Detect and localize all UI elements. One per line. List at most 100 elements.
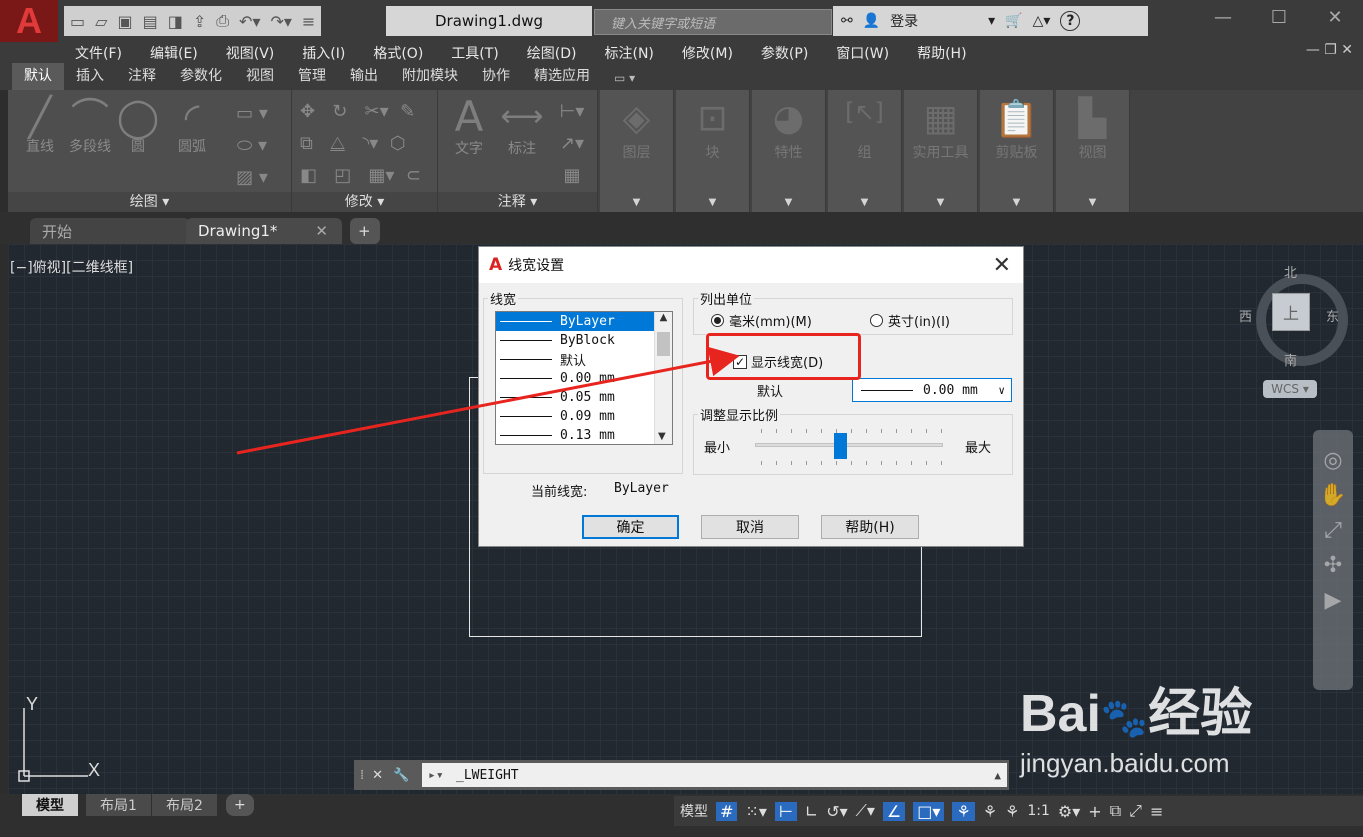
- list-item[interactable]: 0.13 mm: [496, 426, 672, 444]
- close-tab-icon[interactable]: ✕: [315, 222, 328, 240]
- menu-tools[interactable]: 工具(T): [451, 43, 498, 63]
- save-icon[interactable]: ▣: [117, 12, 132, 31]
- scroll-thumb[interactable]: [657, 332, 670, 356]
- layers-dropdown-icon[interactable]: ▼: [600, 197, 673, 208]
- unit-inch-radio[interactable]: 英寸(in)(I): [870, 311, 950, 330]
- default-lineweight-select[interactable]: 0.00 mm ∨: [852, 378, 1012, 402]
- properties-dropdown-icon[interactable]: ▼: [752, 197, 825, 208]
- annotation-monitor-icon[interactable]: +: [1088, 802, 1101, 821]
- open-web-icon[interactable]: ◨: [168, 12, 183, 31]
- pan-icon[interactable]: ✋: [1319, 483, 1346, 508]
- close-window-icon[interactable]: ✕: [1307, 0, 1363, 36]
- mirror-icon[interactable]: ⧋: [330, 133, 345, 154]
- menu-draw[interactable]: 绘图(D): [527, 43, 577, 63]
- table-icon[interactable]: ▦: [550, 160, 594, 192]
- binoculars-icon[interactable]: ⚯: [841, 13, 853, 29]
- compass-west[interactable]: 西: [1239, 306, 1252, 325]
- utilities-dropdown-icon[interactable]: ▼: [904, 197, 977, 208]
- annotation-autoscale-icon[interactable]: ⚘: [983, 802, 997, 821]
- menu-dimension[interactable]: 标注(N): [605, 43, 654, 63]
- menu-help[interactable]: 帮助(H): [917, 43, 966, 63]
- cancel-button[interactable]: 取消: [701, 515, 799, 539]
- menu-insert[interactable]: 插入(I): [302, 43, 345, 63]
- dimension-tool[interactable]: ⟷ 标注: [496, 96, 548, 158]
- grid-icon[interactable]: #: [716, 801, 738, 821]
- clipboard-dropdown-icon[interactable]: ▼: [980, 197, 1053, 208]
- showmotion-icon[interactable]: ▶: [1325, 588, 1342, 613]
- minimize-icon[interactable]: —: [1195, 0, 1251, 36]
- tab-layout1[interactable]: 布局1: [86, 794, 151, 816]
- unit-mm-radio[interactable]: 毫米(mm)(M): [711, 311, 812, 330]
- annotation-scale-value[interactable]: 1:1: [1027, 803, 1050, 819]
- fillet-icon[interactable]: ◝▾: [362, 133, 378, 154]
- modify-panel-title[interactable]: 修改 ▾: [292, 192, 437, 212]
- tab-model[interactable]: 模型: [22, 794, 78, 816]
- list-item[interactable]: 0.00 mm: [496, 369, 672, 388]
- steering-wheel-icon[interactable]: ◎: [1323, 448, 1342, 473]
- new-file-icon[interactable]: ▭: [70, 12, 85, 31]
- hatch-icon[interactable]: ▨ ▾: [222, 162, 282, 194]
- group-dropdown-icon[interactable]: ▼: [828, 197, 901, 208]
- rectangle-icon[interactable]: ▭ ▾: [222, 98, 282, 130]
- object-snap-icon[interactable]: □▾: [913, 801, 945, 821]
- redo-icon[interactable]: ↷▾: [270, 12, 291, 31]
- login-button[interactable]: 登录: [890, 11, 918, 31]
- polar-icon[interactable]: ↺▾: [826, 802, 847, 821]
- application-menu-button[interactable]: A: [0, 0, 58, 42]
- tab-layout2[interactable]: 布局2: [152, 794, 217, 816]
- leader-icon[interactable]: ↗▾: [550, 128, 594, 160]
- tab-output[interactable]: 输出: [338, 63, 390, 90]
- tab-drawing1[interactable]: Drawing1* ✕: [186, 218, 342, 244]
- search-input[interactable]: 键入关键字或短语: [594, 9, 832, 35]
- open-folder-icon[interactable]: ▱: [95, 12, 107, 31]
- snap-icon[interactable]: ⁙▾: [745, 802, 766, 821]
- block-panel[interactable]: ⊡ 块 ▼: [676, 90, 750, 212]
- wcs-menu[interactable]: WCS ▾: [1263, 380, 1317, 398]
- cmd-grip-icon[interactable]: ⁞: [360, 768, 364, 783]
- tab-view[interactable]: 视图: [234, 63, 286, 90]
- group-panel[interactable]: [↖] 组 ▼: [828, 90, 902, 212]
- radio-inch[interactable]: [870, 314, 883, 327]
- annotation-scale-icon[interactable]: ⚘: [1005, 802, 1019, 821]
- scale-slider-track[interactable]: [755, 443, 943, 447]
- modify-tools[interactable]: ✥ ↻ ✂▾ ✎ ⧉ ⧋ ◝▾ ⬡ ◧ ◰ ▦▾ ⊂: [292, 96, 438, 192]
- customize-status-icon[interactable]: ≡: [1150, 802, 1163, 821]
- lineweight-list[interactable]: ByLayer ByBlock 默认 0.00 mm 0.05 mm 0.09 …: [495, 311, 673, 445]
- tab-collaborate[interactable]: 协作: [470, 63, 522, 90]
- print-icon[interactable]: ⎙: [216, 11, 229, 31]
- dialog-close-icon[interactable]: ✕: [993, 253, 1011, 278]
- add-layout-button[interactable]: +: [226, 794, 254, 816]
- offset-icon[interactable]: ⊂: [406, 165, 421, 186]
- tab-insert[interactable]: 插入: [64, 63, 116, 90]
- circle-tool[interactable]: ◯ 圆: [114, 98, 162, 156]
- share-icon[interactable]: ⇪: [193, 12, 206, 31]
- menu-window[interactable]: 窗口(W): [836, 43, 889, 63]
- command-input[interactable]: ▸▾ _LWEIGHT ▲: [422, 763, 1007, 787]
- annotation-visibility-icon[interactable]: ⚘: [952, 801, 975, 821]
- menu-format[interactable]: 格式(O): [373, 43, 423, 63]
- new-tab-button[interactable]: +: [350, 218, 380, 244]
- list-item[interactable]: 0.09 mm: [496, 407, 672, 426]
- object-snap-tracking-icon[interactable]: ∠: [882, 801, 906, 821]
- menu-edit[interactable]: 编辑(E): [150, 43, 198, 63]
- ribbon-toggle-icon[interactable]: ▭ ▾: [602, 69, 647, 90]
- menu-view[interactable]: 视图(V): [226, 43, 275, 63]
- help-button[interactable]: ?: [1060, 11, 1081, 31]
- undo-icon[interactable]: ↶▾: [239, 12, 260, 31]
- move-icon[interactable]: ✥: [300, 101, 315, 122]
- autodesk-a360-icon[interactable]: △▾: [1033, 13, 1051, 29]
- tab-manage[interactable]: 管理: [286, 63, 338, 90]
- layers-panel[interactable]: ◈ 图层 ▼: [600, 90, 674, 212]
- tab-parametric[interactable]: 参数化: [168, 63, 234, 90]
- draw-panel-title[interactable]: 绘图 ▾: [8, 192, 291, 212]
- text-tool[interactable]: A 文字: [444, 96, 494, 158]
- menu-modify[interactable]: 修改(M): [682, 43, 733, 63]
- tab-default[interactable]: 默认: [12, 63, 64, 90]
- compass-south[interactable]: 南: [1284, 350, 1297, 369]
- polyline-tool[interactable]: ⌒ 多段线: [62, 98, 118, 156]
- properties-panel[interactable]: ◕ 特性 ▼: [752, 90, 826, 212]
- explode-icon[interactable]: ⬡: [390, 133, 406, 154]
- model-space-button[interactable]: 模型: [680, 801, 708, 821]
- draw-small-tools[interactable]: ▭ ▾ ⬭ ▾ ▨ ▾: [222, 98, 282, 194]
- drawing-window-controls[interactable]: — ❐ ✕: [1306, 42, 1353, 58]
